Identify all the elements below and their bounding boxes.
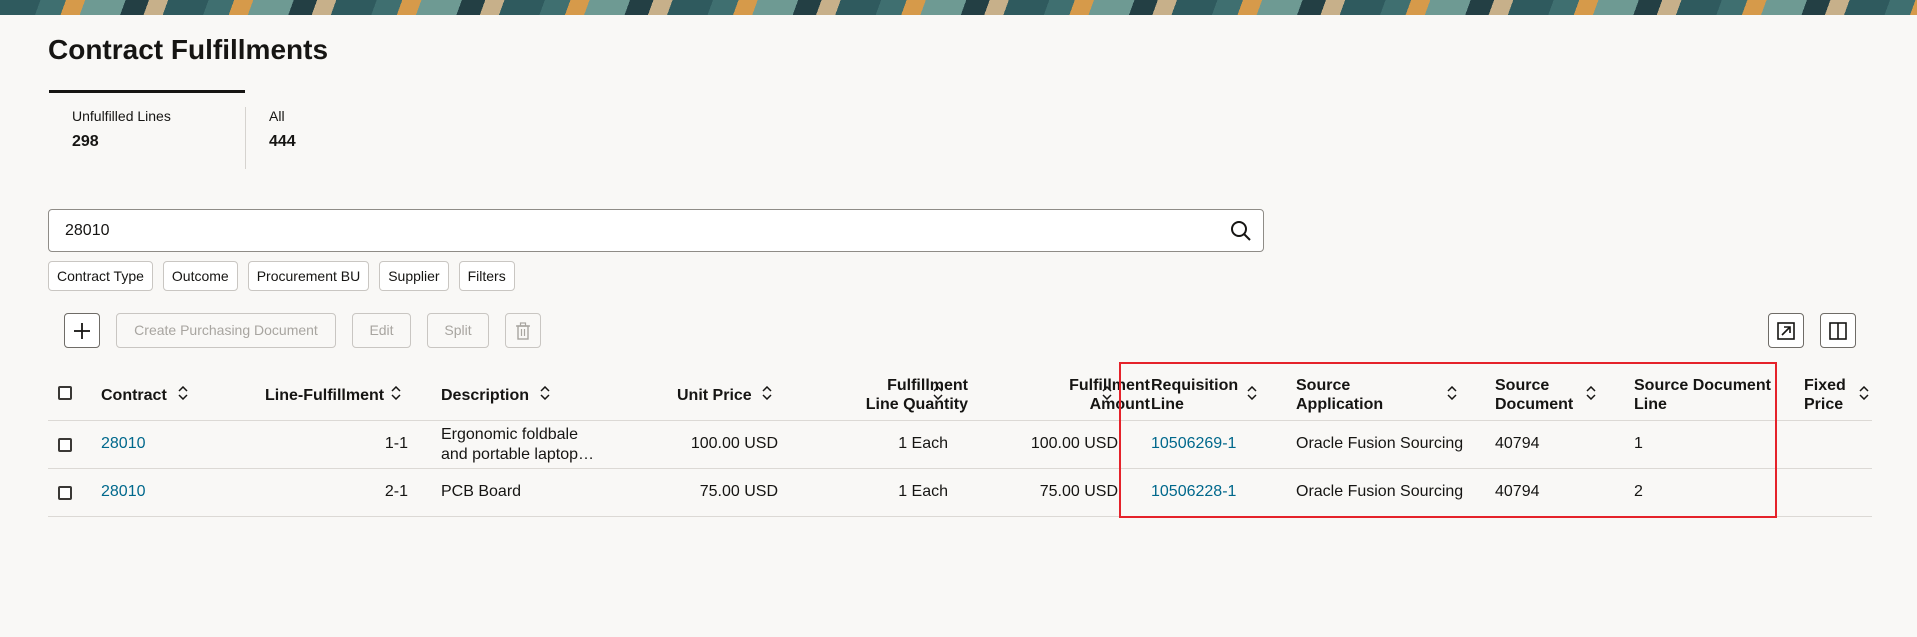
filter-chips: Contract Type Outcome Procurement BU Sup… <box>48 261 515 291</box>
header-fulfillment-line-quantity[interactable]: Fulfillment Line Quantity <box>818 376 968 414</box>
tab-label: Unfulfilled Lines <box>72 108 171 124</box>
header-line: Source <box>1296 377 1351 394</box>
decorative-banner <box>0 0 1917 15</box>
header-line: Application <box>1296 396 1384 413</box>
search-input[interactable]: 28010 <box>48 209 1264 252</box>
plus-icon <box>74 323 90 339</box>
table-row[interactable]: 28010 2-1 PCB Board 75.00 USD 1 Each 75.… <box>48 469 1872 517</box>
description-cell: PCB Board <box>441 483 522 500</box>
search-value: 28010 <box>65 222 110 239</box>
trash-icon <box>516 322 530 340</box>
header-fulfillment-amount[interactable]: Fulfillment Amount <box>1000 376 1150 414</box>
description-cell: Ergonomic foldbale and portable laptop… <box>441 425 594 465</box>
header-line: Line <box>1151 396 1184 413</box>
detach-icon <box>1777 322 1795 340</box>
sort-icon[interactable] <box>539 386 551 400</box>
table-header: Contract Line-Fulfillment Description Un… <box>48 367 1872 421</box>
unit-price-cell: 100.00 USD <box>690 435 778 452</box>
filter-chip-procurement-bu[interactable]: Procurement BU <box>247 261 370 291</box>
header-unit-price[interactable]: Unit Price <box>677 386 752 405</box>
header-line: Source <box>1495 377 1550 394</box>
source-application-cell: Oracle Fusion Sourcing <box>1296 435 1464 452</box>
sort-icon[interactable] <box>1858 386 1870 400</box>
columns-icon <box>1829 322 1847 340</box>
description-line: and portable laptop… <box>441 446 594 463</box>
source-document-cell: 40794 <box>1495 435 1540 452</box>
contract-link[interactable]: 28010 <box>101 435 146 453</box>
requisition-line-link[interactable]: 10506228-1 <box>1151 483 1236 501</box>
row-checkbox[interactable] <box>58 486 72 500</box>
detach-button[interactable] <box>1768 313 1804 348</box>
filter-chip-contract-type[interactable]: Contract Type <box>48 261 153 291</box>
sort-icon[interactable] <box>1101 386 1113 400</box>
source-document-cell: 40794 <box>1495 483 1540 500</box>
edit-button[interactable]: Edit <box>352 313 411 348</box>
header-description[interactable]: Description <box>441 386 529 405</box>
source-application-cell: Oracle Fusion Sourcing <box>1296 483 1464 500</box>
split-button[interactable]: Split <box>427 313 489 348</box>
header-requisition-line[interactable]: Requisition Line <box>1151 376 1238 414</box>
select-all-checkbox[interactable] <box>58 386 72 400</box>
tab-count: 298 <box>72 133 99 150</box>
header-line: Source Document <box>1634 377 1771 394</box>
header-line: Fulfillment <box>887 377 968 394</box>
sort-icon[interactable] <box>1585 386 1597 400</box>
amount-cell: 100.00 USD <box>1030 435 1118 452</box>
source-document-line-cell: 1 <box>1634 435 1643 452</box>
header-line: Requisition <box>1151 377 1239 394</box>
header-line: Fixed <box>1804 377 1846 394</box>
source-document-line-cell: 2 <box>1634 483 1643 500</box>
row-checkbox[interactable] <box>58 438 72 452</box>
header-source-document[interactable]: Source Document <box>1495 376 1573 414</box>
create-purchasing-document-button[interactable]: Create Purchasing Document <box>116 313 336 348</box>
filter-chip-supplier[interactable]: Supplier <box>379 261 449 291</box>
page-title: Contract Fulfillments <box>48 34 329 65</box>
header-contract[interactable]: Contract <box>101 386 167 405</box>
header-line: Document <box>1495 396 1574 413</box>
header-line: Line <box>1634 396 1667 413</box>
quantity-cell: 1 Each <box>898 483 948 500</box>
sort-icon[interactable] <box>390 386 402 400</box>
sort-icon[interactable] <box>1446 386 1458 400</box>
tab-count: 444 <box>269 133 296 150</box>
line-fulfillment-cell: 1-1 <box>384 435 408 452</box>
header-line: Fulfillment <box>1069 377 1150 394</box>
sort-icon[interactable] <box>1246 386 1258 400</box>
quantity-cell: 1 Each <box>898 435 948 452</box>
description-line: Ergonomic foldbale <box>441 426 578 443</box>
active-tab-indicator <box>49 90 245 93</box>
sort-icon[interactable] <box>932 386 944 400</box>
sort-icon[interactable] <box>761 386 773 400</box>
requisition-line-link[interactable]: 10506269-1 <box>1151 435 1236 453</box>
tab-divider <box>245 107 246 169</box>
contract-link[interactable]: 28010 <box>101 483 146 501</box>
header-fixed-price[interactable]: Fixed Price <box>1804 376 1846 414</box>
header-line: Price <box>1804 396 1844 413</box>
filter-chip-outcome[interactable]: Outcome <box>162 261 238 291</box>
tab-label: All <box>269 108 285 124</box>
header-source-application[interactable]: Source Application <box>1296 376 1383 414</box>
sort-icon[interactable] <box>177 386 189 400</box>
header-line: Amount <box>1089 396 1150 413</box>
line-fulfillment-cell: 2-1 <box>384 483 408 500</box>
filter-chip-filters[interactable]: Filters <box>458 261 515 291</box>
table-row[interactable]: 28010 1-1 Ergonomic foldbale and portabl… <box>48 421 1872 469</box>
search-icon[interactable] <box>1229 219 1253 243</box>
tab-all[interactable]: All 444 <box>269 108 296 151</box>
header-line: Line Quantity <box>865 396 968 413</box>
add-button[interactable] <box>64 313 100 348</box>
delete-button[interactable] <box>505 313 541 348</box>
columns-button[interactable] <box>1820 313 1856 348</box>
tab-unfulfilled-lines[interactable]: Unfulfilled Lines 298 <box>72 108 171 151</box>
header-source-document-line[interactable]: Source Document Line <box>1634 376 1771 414</box>
amount-cell: 75.00 USD <box>1039 483 1118 500</box>
unit-price-cell: 75.00 USD <box>699 483 778 500</box>
header-line-fulfillment[interactable]: Line-Fulfillment <box>265 386 384 405</box>
